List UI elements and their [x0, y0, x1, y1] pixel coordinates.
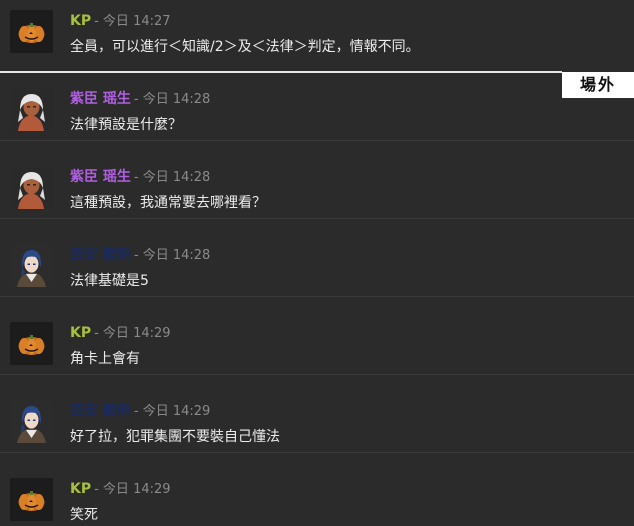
chat-message: 紫臣 瑶生 - 今日 14:28 法律預設是什麼？: [0, 78, 634, 156]
pumpkin-icon[interactable]: [10, 478, 53, 521]
speaker-name[interactable]: 西安 韜明: [70, 403, 131, 419]
speaker-name[interactable]: KP: [70, 13, 91, 29]
pumpkin-icon[interactable]: [10, 10, 53, 53]
message-text: 笑死: [70, 507, 98, 523]
chat-message: KP - 今日 14:29 角卡上會有: [0, 312, 634, 390]
message-timestamp: - 今日 14:28: [133, 170, 211, 185]
white-hair-character-icon[interactable]: [10, 88, 53, 131]
message-divider: [0, 452, 634, 453]
message-divider: [0, 296, 634, 297]
pumpkin-icon[interactable]: [10, 322, 53, 365]
message-timestamp: - 今日 14:28: [133, 92, 211, 107]
message-timestamp: - 今日 14:27: [94, 14, 171, 29]
message-divider: [0, 140, 634, 141]
message-divider: [0, 374, 634, 375]
message-text: 全員，可以進行＜知識/2＞及＜法律＞判定，情報不同。: [70, 39, 420, 55]
message-timestamp: - 今日 14:29: [133, 404, 211, 419]
speaker-name[interactable]: 紫臣 瑶生: [70, 169, 131, 185]
message-text: 好了拉，犯罪集團不要裝自己懂法: [70, 429, 280, 445]
message-text: 法律預設是什麼？: [70, 117, 182, 133]
message-divider: [0, 218, 634, 219]
chat-message: KP - 今日 14:29 笑死: [0, 468, 634, 526]
message-timestamp: - 今日 14:28: [133, 248, 211, 263]
ooc-divider: [0, 71, 562, 73]
chat-log: KP - 今日 14:27 全員，可以進行＜知識/2＞及＜法律＞判定，情報不同。 …: [0, 0, 634, 526]
speaker-name[interactable]: 西安 韜明: [70, 247, 131, 263]
blue-hair-character-icon[interactable]: [10, 400, 53, 443]
message-timestamp: - 今日 14:29: [94, 326, 171, 341]
speaker-name[interactable]: KP: [70, 325, 91, 341]
chat-message: 西安 韜明 - 今日 14:28 法律基礎是5: [0, 234, 634, 312]
message-text: 這種預設，我通常要去哪裡看？: [70, 195, 266, 211]
chat-message: KP - 今日 14:27 全員，可以進行＜知識/2＞及＜法律＞判定，情報不同。 …: [0, 0, 634, 98]
speaker-name[interactable]: 紫臣 瑶生: [70, 91, 131, 107]
speaker-name[interactable]: KP: [70, 481, 91, 497]
chat-message: 紫臣 瑶生 - 今日 14:28 這種預設，我通常要去哪裡看？: [0, 156, 634, 234]
chat-message: 西安 韜明 - 今日 14:29 好了拉，犯罪集團不要裝自己懂法: [0, 390, 634, 468]
blue-hair-character-icon[interactable]: [10, 244, 53, 287]
message-timestamp: - 今日 14:29: [94, 482, 171, 497]
message-text: 角卡上會有: [70, 351, 140, 367]
message-text: 法律基礎是5: [70, 273, 149, 289]
white-hair-character-icon[interactable]: [10, 166, 53, 209]
